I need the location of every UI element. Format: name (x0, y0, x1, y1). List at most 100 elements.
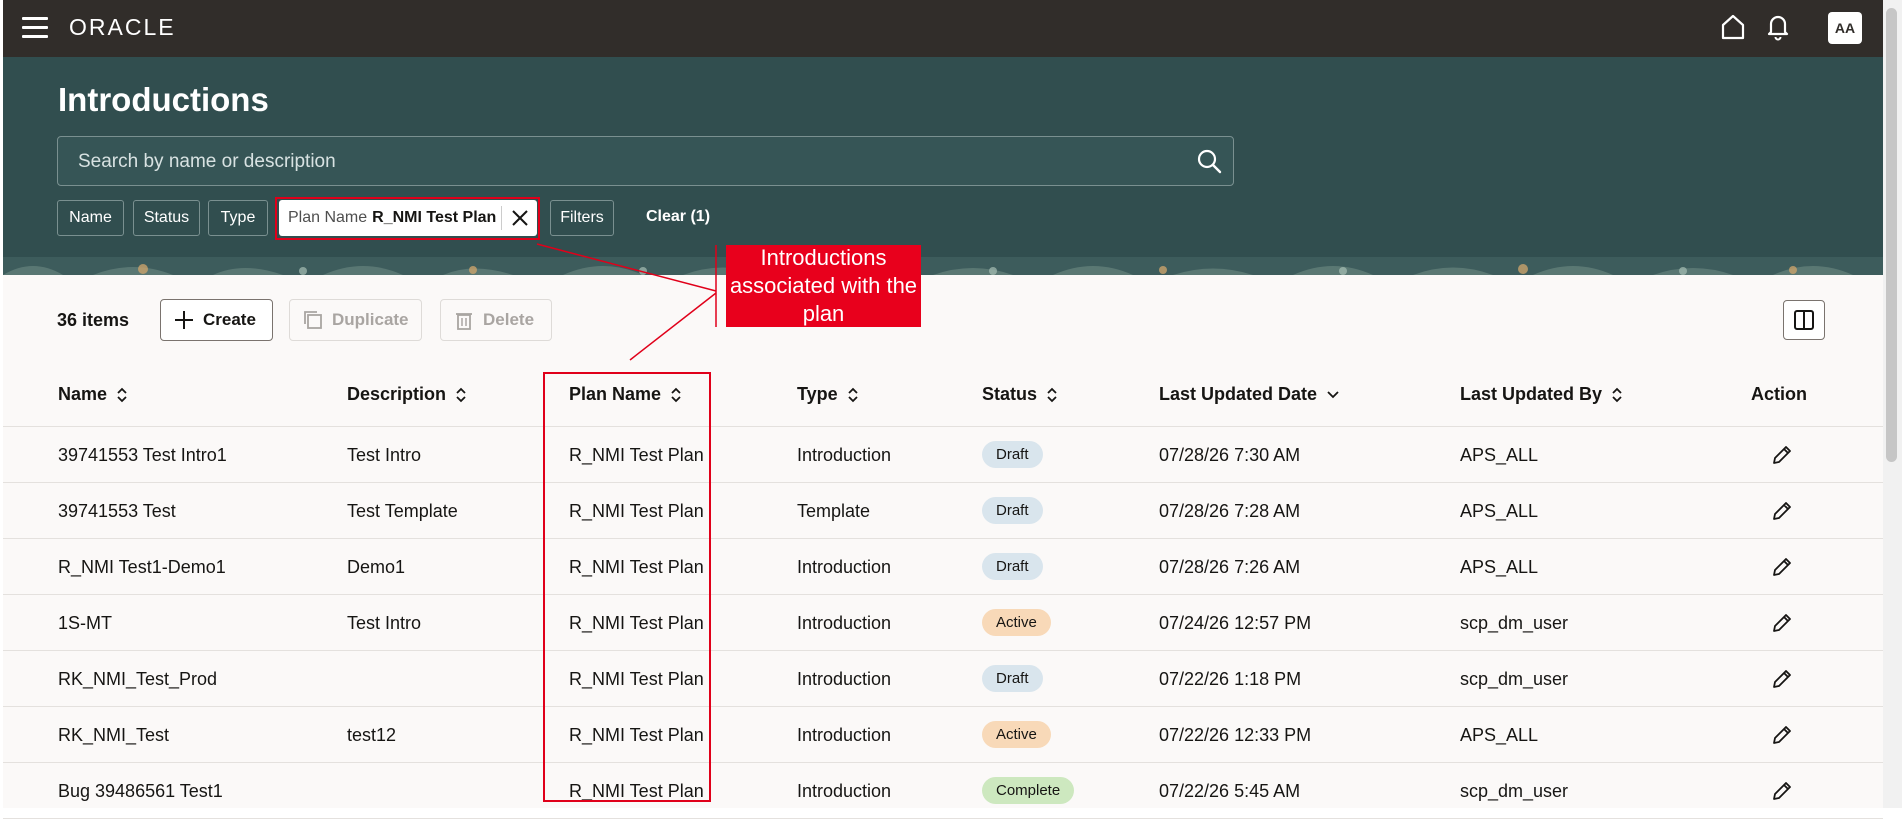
cell-type: Introduction (797, 557, 892, 577)
cell-updated-by: APS_ALL (1460, 557, 1539, 577)
create-button[interactable]: Create (160, 299, 273, 341)
sort-icon (848, 387, 858, 402)
status-badge: Draft (982, 497, 1043, 524)
column-header-label: Action (1751, 384, 1807, 404)
table-row[interactable]: RK_NMI_Test test12 R_NMI Test Plan Intro… (3, 707, 1883, 763)
column-header-action: Action (1751, 384, 1807, 405)
cell-type: Introduction (797, 725, 892, 745)
status-badge: Active (982, 721, 1051, 748)
column-header-last-updated-by[interactable]: Last Updated By (1460, 384, 1623, 405)
pencil-icon[interactable] (1770, 611, 1794, 635)
pencil-icon[interactable] (1770, 667, 1794, 691)
oracle-logo: ORACLE (69, 14, 176, 40)
list-content-area: 36 items Create Duplicate Delete Name De… (3, 275, 1883, 819)
cell-updated-by: APS_ALL (1460, 725, 1539, 745)
status-badge: Draft (982, 441, 1043, 468)
table-row[interactable]: R_NMI Test1-Demo1 Demo1 R_NMI Test Plan … (3, 539, 1883, 595)
filters-button[interactable]: Filters (550, 200, 614, 236)
column-header-status[interactable]: Status (982, 384, 1058, 405)
annotation-callout: Introductions associated with the plan (726, 245, 921, 327)
cell-updated-by: scp_dm_user (1460, 613, 1569, 633)
delete-button-label: Delete (483, 310, 535, 329)
pencil-icon[interactable] (1770, 555, 1794, 579)
cell-name[interactable]: 39741553 Test (58, 501, 176, 522)
cell-name[interactable]: RK_NMI_Test (58, 725, 169, 746)
chevron-down-icon (1327, 390, 1339, 398)
column-header-name[interactable]: Name (58, 384, 128, 405)
cell-updated-by: scp_dm_user (1460, 669, 1569, 689)
search-input[interactable] (58, 137, 1180, 187)
filter-chip-type[interactable]: Type (208, 200, 268, 236)
create-button-label: Create (203, 310, 256, 329)
scrollbar-thumb[interactable] (1886, 8, 1897, 462)
decorative-pattern (3, 257, 1883, 275)
sort-icon (1612, 387, 1622, 402)
column-header-label: Name (58, 384, 108, 404)
plus-icon (175, 311, 193, 329)
filter-chip-name[interactable]: Name (57, 200, 124, 236)
cell-name[interactable]: RK_NMI_Test_Prod (58, 669, 217, 690)
home-icon[interactable] (1720, 13, 1746, 41)
panel-toggle-button[interactable] (1783, 300, 1825, 340)
cell-type: Introduction (797, 669, 892, 689)
cell-updated-by: APS_ALL (1460, 501, 1539, 521)
copy-icon (304, 311, 322, 329)
duplicate-button[interactable]: Duplicate (289, 299, 422, 341)
cell-date: 07/28/26 7:26 AM (1159, 557, 1301, 577)
sort-icon (117, 387, 127, 402)
cell-type: Template (797, 501, 871, 521)
duplicate-button-label: Duplicate (332, 310, 409, 329)
cell-name[interactable]: R_NMI Test1-Demo1 (58, 557, 226, 578)
filter-chip-status[interactable]: Status (133, 200, 200, 236)
cell-date: 07/28/26 7:28 AM (1159, 501, 1301, 521)
column-header-label: Last Updated By (1460, 384, 1603, 404)
cell-date: 07/22/26 1:18 PM (1159, 669, 1302, 689)
page-header-panel: Introductions Name Status Type Plan Name… (3, 57, 1883, 275)
search-icon[interactable] (1196, 148, 1222, 174)
cell-type: Introduction (797, 781, 892, 801)
item-count: 36 items (57, 310, 130, 330)
cell-updated-by: scp_dm_user (1460, 781, 1569, 801)
top-navigation-bar: ORACLE AA (3, 0, 1883, 57)
pencil-icon[interactable] (1770, 443, 1794, 467)
column-header-description[interactable]: Description (347, 384, 467, 405)
cell-type: Introduction (797, 613, 892, 633)
status-badge: Draft (982, 553, 1043, 580)
cell-description: test12 (347, 725, 397, 745)
column-header-label: Status (982, 384, 1038, 404)
cell-description: Test Template (347, 501, 458, 521)
cell-description: Test Intro (347, 445, 422, 465)
cell-date: 07/28/26 7:30 AM (1159, 445, 1301, 465)
cell-name[interactable]: 1S-MT (58, 613, 112, 634)
chip-highlight-box (275, 197, 540, 240)
column-header-label: Description (347, 384, 447, 404)
search-box[interactable] (57, 136, 1234, 187)
hamburger-menu-icon[interactable] (22, 17, 48, 39)
cell-name[interactable]: 39741553 Test Intro1 (58, 445, 227, 466)
delete-button[interactable]: Delete (440, 299, 552, 341)
status-badge: Draft (982, 665, 1043, 692)
table-row[interactable]: Bug 39486561 Test1 R_NMI Test Plan Intro… (3, 763, 1883, 819)
user-avatar[interactable]: AA (1828, 12, 1862, 44)
pencil-icon[interactable] (1770, 499, 1794, 523)
column-header-type[interactable]: Type (797, 384, 859, 405)
column-header-last-updated-date[interactable]: Last Updated Date (1159, 384, 1340, 405)
bell-icon[interactable] (1766, 13, 1790, 41)
cell-description: Demo1 (347, 557, 406, 577)
cell-name[interactable]: Bug 39486561 Test1 (58, 781, 223, 802)
plan-column-highlight-box (543, 372, 711, 802)
table-row[interactable]: 39741553 Test Test Template R_NMI Test P… (3, 483, 1883, 539)
table-row[interactable]: 1S-MT Test Intro R_NMI Test Plan Introdu… (3, 595, 1883, 651)
table-row[interactable]: 39741553 Test Intro1 Test Intro R_NMI Te… (3, 427, 1883, 483)
status-badge: Active (982, 609, 1051, 636)
table-row[interactable]: RK_NMI_Test_Prod R_NMI Test Plan Introdu… (3, 651, 1883, 707)
clear-filters-link[interactable]: Clear (1) (646, 208, 710, 226)
split-view-icon (1794, 310, 1814, 330)
column-header-label: Type (797, 384, 838, 404)
trash-icon (456, 313, 472, 330)
cell-date: 07/22/26 12:33 PM (1159, 725, 1312, 745)
pencil-icon[interactable] (1770, 779, 1794, 803)
pencil-icon[interactable] (1770, 723, 1794, 747)
sort-icon (1047, 387, 1057, 402)
page-title: Introductions (58, 81, 269, 118)
